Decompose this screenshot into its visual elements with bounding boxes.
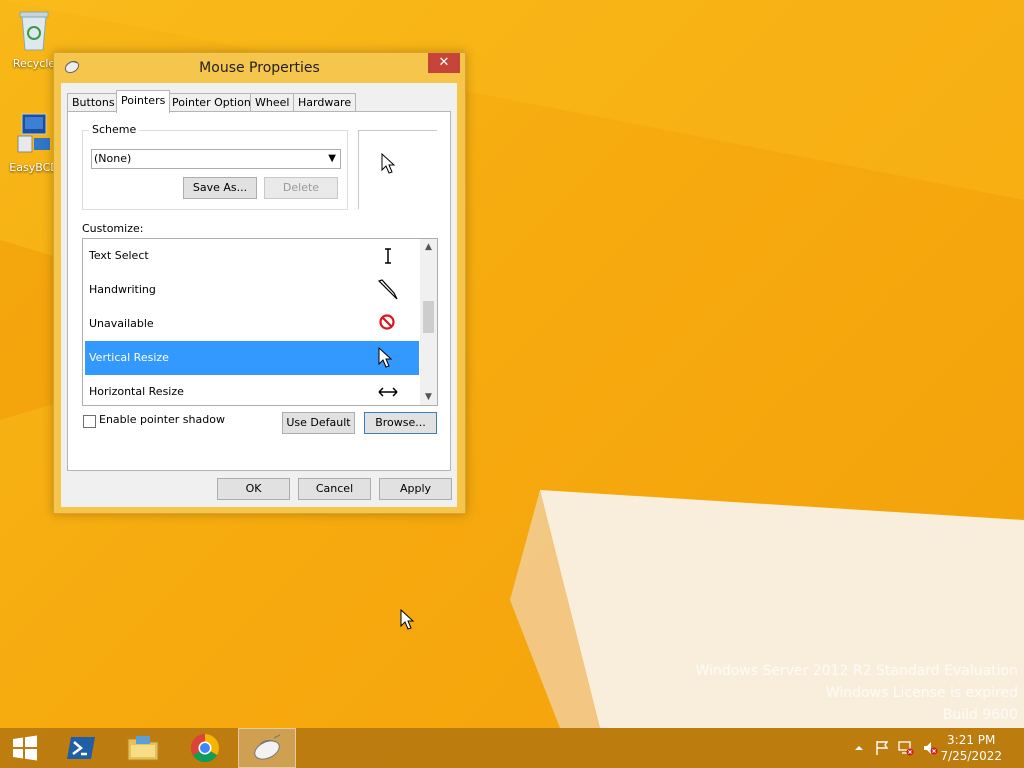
tab-wheel[interactable]: Wheel bbox=[250, 93, 295, 112]
browse-button[interactable]: Browse... bbox=[364, 412, 437, 434]
system-clock[interactable]: 3:21 PM 7/25/2022 bbox=[940, 732, 1002, 764]
close-button[interactable]: ✕ bbox=[428, 53, 460, 73]
scheme-group: Scheme (None) ▼ Save As... Delete bbox=[82, 123, 348, 210]
tab-buttons[interactable]: Buttons bbox=[67, 93, 120, 112]
dialog-client-area: Buttons Pointers Pointer Options Wheel H… bbox=[61, 83, 457, 507]
scheme-value: (None) bbox=[94, 152, 132, 165]
taskbar-mouse-properties[interactable] bbox=[238, 728, 296, 768]
network-icon[interactable] bbox=[898, 740, 914, 756]
volume-muted-icon[interactable] bbox=[922, 740, 938, 756]
network-error-icon bbox=[898, 741, 914, 756]
chrome-icon bbox=[190, 733, 219, 763]
save-as-button[interactable]: Save As... bbox=[183, 177, 257, 199]
use-default-button[interactable]: Use Default bbox=[282, 412, 355, 434]
scheme-label: Scheme bbox=[89, 123, 140, 136]
horizontal-resize-icon bbox=[378, 387, 398, 397]
mouse-properties-icon bbox=[254, 734, 281, 760]
handwriting-icon bbox=[377, 279, 398, 300]
cursor-preview bbox=[358, 130, 437, 209]
tab-pointer-options[interactable]: Pointer Options bbox=[167, 93, 262, 112]
taskbar-powershell[interactable] bbox=[52, 728, 110, 768]
list-item[interactable]: Horizontal Resize bbox=[85, 375, 419, 405]
recycle-bin-icon bbox=[19, 11, 49, 51]
desktop: Recycle EasyBCD Windows Server 2012 R2 S… bbox=[0, 0, 1024, 728]
list-item-label: Handwriting bbox=[89, 283, 156, 296]
show-hidden-icons-icon[interactable] bbox=[851, 740, 867, 756]
list-item-label: Vertical Resize bbox=[89, 351, 169, 364]
arrow-cursor-icon bbox=[378, 347, 393, 368]
file-explorer-icon bbox=[127, 736, 159, 761]
text-select-icon bbox=[385, 248, 391, 264]
taskbar-chrome[interactable] bbox=[176, 728, 234, 768]
scheme-select[interactable]: (None) ▼ bbox=[91, 149, 341, 169]
chevron-up-icon bbox=[855, 746, 863, 750]
start-icon bbox=[13, 735, 37, 761]
pointer-shadow-checkbox[interactable] bbox=[83, 415, 96, 428]
watermark-license: Windows License is expired bbox=[825, 685, 1018, 701]
mouse-pointer-icon bbox=[400, 609, 415, 630]
list-item-label: Horizontal Resize bbox=[89, 385, 184, 398]
action-center-flag-icon[interactable] bbox=[874, 740, 890, 756]
speaker-muted-icon bbox=[924, 742, 938, 755]
taskbar-file-explorer[interactable] bbox=[114, 728, 172, 768]
windows-watermark: Windows Server 2012 R2 Standard Evaluati… bbox=[696, 660, 1018, 726]
arrow-cursor-icon bbox=[381, 153, 396, 174]
powershell-icon bbox=[67, 737, 95, 759]
tab-pointers[interactable]: Pointers bbox=[116, 90, 171, 113]
list-item-selected[interactable]: Vertical Resize bbox=[85, 341, 419, 375]
list-item-label: Text Select bbox=[89, 249, 149, 262]
easybcd-icon bbox=[17, 113, 50, 153]
cursor-list[interactable]: Text Select Handwriting Unavailable Vert… bbox=[82, 238, 438, 406]
list-item-label: Unavailable bbox=[89, 317, 154, 330]
clock-time: 3:21 PM bbox=[947, 733, 996, 747]
title-bar[interactable]: Mouse Properties ✕ bbox=[54, 53, 465, 83]
watermark-edition: Windows Server 2012 R2 Standard Evaluati… bbox=[695, 663, 1018, 679]
clock-date: 7/25/2022 bbox=[940, 749, 1002, 763]
watermark-build: Build 9600 bbox=[942, 707, 1018, 723]
scroll-thumb[interactable] bbox=[423, 301, 434, 333]
cancel-button[interactable]: Cancel bbox=[298, 478, 371, 500]
chevron-down-icon: ▼ bbox=[328, 153, 336, 164]
list-scrollbar[interactable]: ▲ ▼ bbox=[420, 239, 437, 405]
scroll-up-icon[interactable]: ▲ bbox=[420, 239, 437, 255]
pointer-shadow-label[interactable]: Enable pointer shadow bbox=[99, 413, 225, 426]
dialog-title: Mouse Properties bbox=[199, 60, 320, 76]
mouse-properties-dialog: Mouse Properties ✕ Buttons Pointers Poin… bbox=[53, 52, 466, 514]
list-item[interactable]: Unavailable bbox=[85, 307, 419, 341]
delete-button[interactable]: Delete bbox=[264, 177, 338, 199]
start-button[interactable] bbox=[0, 728, 58, 768]
scroll-down-icon[interactable]: ▼ bbox=[420, 389, 437, 405]
close-icon: ✕ bbox=[438, 55, 450, 70]
ok-button[interactable]: OK bbox=[217, 478, 290, 500]
flag-icon bbox=[876, 741, 889, 755]
tab-hardware[interactable]: Hardware bbox=[293, 93, 357, 112]
customize-label: Customize: bbox=[82, 222, 144, 235]
list-item[interactable]: Handwriting bbox=[85, 273, 419, 307]
list-item[interactable]: Text Select bbox=[85, 239, 419, 273]
unavailable-icon bbox=[379, 314, 395, 330]
taskbar: 3:21 PM 7/25/2022 bbox=[0, 728, 1024, 768]
pointers-panel: Scheme (None) ▼ Save As... Delete Custom… bbox=[67, 111, 451, 471]
apply-button[interactable]: Apply bbox=[379, 478, 452, 500]
